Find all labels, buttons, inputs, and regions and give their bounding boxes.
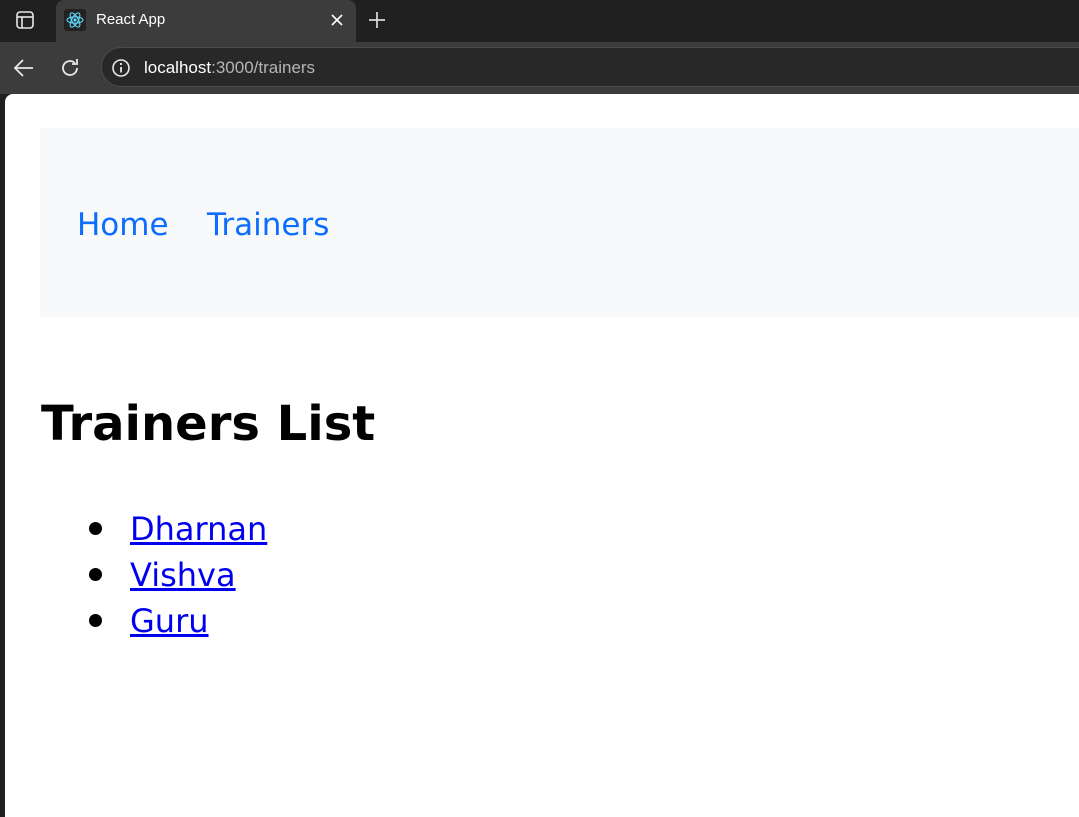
page-title: Trainers List: [41, 396, 376, 452]
browser-tabstrip: React App: [0, 0, 1079, 42]
trainer-link-vishva[interactable]: Vishva: [130, 552, 236, 598]
bullet-icon: [89, 522, 102, 535]
nav-link-trainers[interactable]: Trainers: [207, 205, 329, 245]
trainer-link-guru[interactable]: Guru: [130, 598, 209, 644]
bullet-icon: [89, 568, 102, 581]
bullet-icon: [89, 614, 102, 627]
close-icon[interactable]: [326, 9, 348, 31]
back-arrow-icon[interactable]: [10, 54, 38, 82]
reload-icon[interactable]: [56, 54, 84, 82]
nav-link-home[interactable]: Home: [77, 205, 169, 245]
browser-tab[interactable]: React App: [56, 0, 356, 42]
url-path: :3000/trainers: [211, 58, 316, 77]
browser-toolbar: localhost:3000/trainers: [0, 42, 1079, 94]
tab-actions-icon[interactable]: [6, 6, 44, 34]
top-navbar: Home Trainers: [40, 128, 1079, 317]
tab-title: React App: [96, 11, 166, 28]
trainer-link-dharnan[interactable]: Dharnan: [130, 506, 267, 552]
react-logo-icon: [64, 9, 86, 31]
url-host: localhost: [144, 58, 212, 77]
page-viewport: Home Trainers Trainers List Dharnan Vish…: [5, 94, 1079, 817]
address-url[interactable]: localhost:3000/trainers: [144, 58, 315, 78]
plus-icon[interactable]: [364, 7, 390, 33]
address-bar[interactable]: localhost:3000/trainers: [101, 47, 1079, 87]
info-icon[interactable]: [110, 57, 132, 79]
